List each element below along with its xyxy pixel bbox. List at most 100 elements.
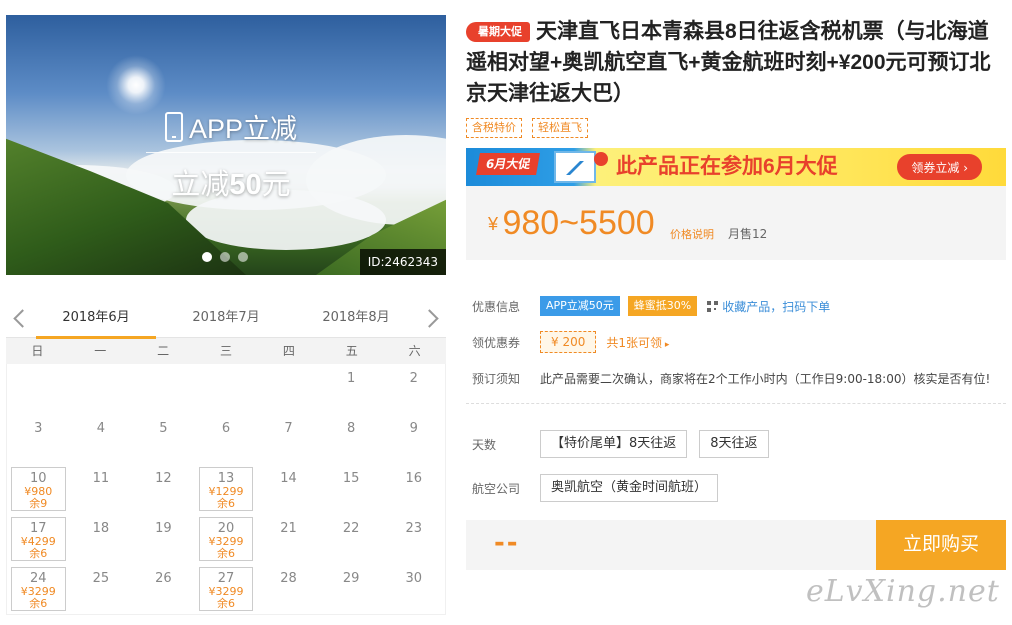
day-number: 17 [30,521,47,536]
calendar-month-tabs: 2018年6月 2018年7月 2018年8月 [36,300,416,339]
favorite-scan-link[interactable]: 收藏产品，扫码下单 [722,298,830,315]
day-number: 22 [342,521,360,536]
day-number: 2 [409,371,418,386]
calendar-day: 15 [320,464,383,514]
calendar-day-available[interactable]: 17 ¥4299 余6 [11,517,66,561]
day-number: 28 [280,571,297,586]
notice-text: 此产品需要二次确认，商家将在2个工作小时内（工作日9:00-18:00）核实是否… [540,371,991,386]
product-title-block: 暑期大促 天津直飞日本青森县8日往返含税机票（与北海道遥相对望+奥凯航空直飞+黄金… [466,16,1006,109]
june-sale-badge: 6月大促 [476,153,541,175]
hero-image[interactable]: APP立减 立减50元 ID:2462343 [6,15,446,275]
departure-calendar: 2018年6月 2018年7月 2018年8月 日 一 二 三 四 五 六 12… [6,300,446,618]
calendar-day-available[interactable]: 27 ¥3299 余6 [198,567,254,611]
purchase-bar: -- 立即购买 [466,520,1006,570]
day-number: 27 [217,571,235,586]
carousel-dot[interactable] [202,252,212,262]
day-remaining: 余6 [29,547,48,560]
day-number: 25 [92,571,110,586]
price-range: ¥ 980~5500 [488,204,655,243]
promo-prefix: 立减 [171,169,230,201]
calendar-day: 19 [132,514,195,564]
weekday-label: 四 [282,344,295,358]
chevron-right-icon[interactable] [422,308,442,328]
calendar-day-available[interactable]: 10 ¥980 余9 [11,467,66,511]
calendar-day: 25 [70,564,133,614]
coupon-ticket[interactable]: ¥ 200 [540,331,597,353]
tab-month-august[interactable]: 2018年8月 [296,300,416,339]
calendar-day: 12 [132,464,195,514]
product-id-badge: ID:2462343 [359,249,446,275]
weekday-label: 三 [219,344,232,358]
promo-line-1: APP立减 [146,107,316,153]
calendar-day: 2 [382,364,445,414]
day-number: 20 [217,521,235,536]
coupon-row: 领优惠券 ¥ 200 共1张可领 [466,324,1006,360]
chart-icon [554,151,596,183]
weekday-label: 五 [345,344,358,358]
calendar-day: 9 [382,414,445,464]
product-title-text: 天津直飞日本青森县8日往返含税机票（与北海道遥相对望+奥凯航空直飞+黄金航班时刻… [466,20,991,105]
days-label: 天数 [472,437,497,452]
calendar-empty-cell [70,364,133,414]
tab-month-june[interactable]: 2018年6月 [36,300,156,339]
calendar-day: 3 [7,414,70,464]
calendar-day-available[interactable]: 24 ¥3299 余6 [11,567,66,611]
day-number: 13 [217,471,235,486]
day-number: 8 [346,421,356,436]
tab-month-july[interactable]: 2018年7月 [166,300,286,339]
promo-line-2: 立减50元 [146,161,316,203]
calendar-day: 11 [70,464,133,514]
app-promo-overlay: APP立减 立减50元 [146,107,316,203]
day-number: 26 [155,571,172,586]
booking-notice-row: 预订须知 此产品需要二次确认，商家将在2个工作小时内（工作日9:00-18:00… [466,360,1006,396]
claim-coupon-button[interactable]: 领券立减 › [897,154,982,180]
day-number: 21 [280,521,297,536]
price-amount: 980~5500 [502,204,655,242]
buy-now-button[interactable]: 立即购买 [876,520,1006,570]
calendar-day: 16 [382,464,445,514]
calendar-day: 26 [132,564,195,614]
calendar-day-available[interactable]: 13 ¥1299 余6 [198,467,254,511]
product-title: 暑期大促 天津直飞日本青森县8日往返含税机票（与北海道遥相对望+奥凯航空直飞+黄金… [466,16,1006,109]
day-number: 4 [96,421,105,436]
calendar-day: 14 [257,464,320,514]
day-number: 18 [92,521,110,536]
option-special-8day[interactable]: 【特价尾单】8天往返 [540,430,688,458]
calendar-day: 7 [257,414,320,464]
calendar-day-available[interactable]: 20 ¥3299 余6 [198,517,254,561]
sun-graphic [106,55,166,115]
summer-sale-badge: 暑期大促 [466,22,530,42]
product-options: 天数 【特价尾单】8天往返 8天往返 航空公司 奥凯航空（黄金时间航班） [466,422,1006,510]
day-number: 3 [34,421,43,436]
day-number: 16 [405,471,422,486]
day-remaining: 余6 [216,497,235,510]
calendar-weekday-header: 日 一 二 三 四 五 六 [6,338,446,364]
promo-suffix: 元 [261,169,291,201]
calendar-day: 6 [195,414,258,464]
price-explanation-link[interactable]: 价格说明 [670,226,714,242]
coupon-count-link[interactable]: 共1张可领 [606,334,669,351]
calendar-day: 21 [257,514,320,564]
day-remaining: 余6 [216,547,235,560]
option-okay-airways[interactable]: 奥凯航空（黄金时间航班） [540,474,719,502]
carousel-dot[interactable] [220,252,230,262]
day-number: 12 [155,471,172,486]
day-number: 19 [155,521,172,536]
option-8day[interactable]: 8天往返 [699,430,769,458]
price-box: ¥ 980~5500 价格说明 月售12 [466,186,1006,260]
day-number: 10 [30,471,47,486]
qr-code-icon [707,300,719,312]
chevron-left-icon[interactable] [10,308,30,328]
june-sale-banner[interactable]: 6月大促 此产品正在参加6月大促 领券立减 › [466,148,1006,186]
airline-option-row: 航空公司 奥凯航空（黄金时间航班） [466,466,1006,510]
day-number: 5 [159,421,168,436]
day-number: 14 [280,471,297,486]
calendar-empty-cell [132,364,195,414]
calendar-day: 28 [257,564,320,614]
day-number: 1 [346,371,356,386]
carousel-dot[interactable] [238,252,248,262]
weekday-label: 日 [31,344,44,358]
promo-amount: 50 [229,169,262,201]
app-discount-badge: APP立减50元 [540,296,620,316]
days-option-row: 天数 【特价尾单】8天往返 8天往返 [466,422,1006,466]
